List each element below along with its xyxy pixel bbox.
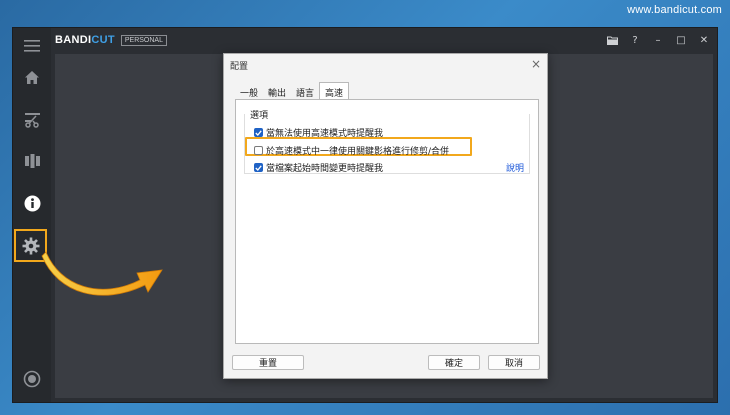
tab-bar: 一般 輸出 語言 高速 [235, 82, 350, 100]
window-controls: ? – □ ✕ [605, 28, 711, 52]
reset-button[interactable]: 重置 [232, 355, 304, 370]
tab-output[interactable]: 輸出 [263, 83, 291, 100]
minimize-button[interactable]: – [651, 35, 665, 46]
close-button[interactable]: ✕ [697, 35, 711, 46]
info-icon[interactable] [17, 188, 47, 218]
record-icon[interactable] [17, 364, 47, 394]
folder-icon[interactable] [605, 36, 619, 45]
menu-icon[interactable] [17, 31, 47, 61]
tab-general[interactable]: 一般 [235, 83, 263, 100]
tab-language[interactable]: 語言 [291, 83, 319, 100]
edition-badge: PERSONAL [120, 34, 167, 46]
cut-icon[interactable] [17, 104, 47, 134]
config-dialog: 配置 × 一般 輸出 語言 高速 選項 當無法使用高速模式時提醒我 於高速模式中… [223, 53, 548, 379]
cancel-button[interactable]: 取消 [488, 355, 540, 370]
checkbox-unchecked-icon[interactable] [254, 146, 263, 155]
help-button[interactable]: ? [628, 35, 642, 46]
option-label: 於高速模式中一律使用關鍵影格進行修剪/合併 [266, 147, 450, 157]
dialog-close-button[interactable]: × [531, 57, 541, 71]
tab-high-speed[interactable]: 高速 [319, 82, 350, 100]
checkbox-checked-icon[interactable] [254, 128, 263, 137]
option-keyframe-cut[interactable]: 於高速模式中一律使用關鍵影格進行修剪/合併 [254, 144, 449, 157]
help-link[interactable]: 說明 [506, 161, 524, 174]
title-bar: BANDICUT PERSONAL ? – □ ✕ [51, 28, 717, 52]
sidebar [13, 28, 51, 402]
option-label: 當檔案起始時間變更時提醒我 [266, 164, 384, 174]
home-icon[interactable] [17, 62, 47, 92]
option-warn-start-time[interactable]: 當檔案起始時間變更時提醒我 [254, 161, 383, 174]
pointer-arrow-icon [41, 251, 163, 296]
join-icon[interactable] [17, 146, 47, 176]
group-label: 選項 [248, 108, 271, 121]
watermark: www.bandicut.com [627, 4, 722, 16]
app-logo: BANDICUT [55, 34, 115, 46]
checkbox-checked-icon[interactable] [254, 163, 263, 172]
maximize-button[interactable]: □ [674, 35, 688, 46]
ok-button[interactable]: 確定 [428, 355, 480, 370]
tab-panel: 選項 當無法使用高速模式時提醒我 於高速模式中一律使用關鍵影格進行修剪/合併 當… [235, 99, 539, 344]
dialog-title: 配置 [230, 62, 249, 72]
